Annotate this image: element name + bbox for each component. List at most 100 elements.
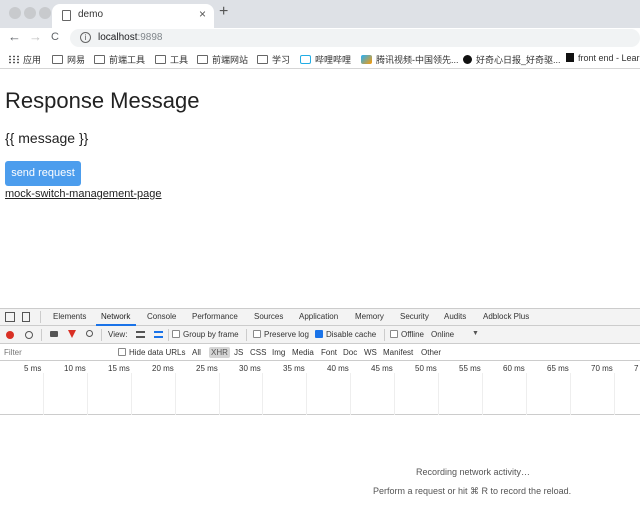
device-toolbar-icon[interactable] [22, 312, 30, 322]
preserve-log-checkbox[interactable]: Preserve log [253, 330, 309, 339]
group-by-frame-label: Group by frame [183, 330, 239, 339]
timeline-tick: 20 ms [152, 364, 174, 373]
bookmarks-bar: 应用 网易 前端工具 工具 前端网站 学习 哔哩哔哩 腾讯视频-中国领先... … [0, 48, 640, 69]
camera-icon[interactable] [50, 331, 58, 337]
filter-type-all[interactable]: All [192, 348, 201, 357]
filter-type-font[interactable]: Font [321, 348, 337, 357]
folder-icon [257, 55, 268, 64]
timeline-tick: 35 ms [283, 364, 305, 373]
bookmark-label: 腾讯视频-中国领先... [376, 55, 459, 65]
bookmark-label: 好奇心日报_好奇驱... [476, 55, 561, 65]
group-by-frame-checkbox[interactable]: Group by frame [172, 330, 239, 339]
filter-icon[interactable] [68, 330, 76, 338]
search-icon[interactable] [86, 330, 93, 337]
hide-data-urls-checkbox[interactable]: Hide data URLs [118, 348, 185, 357]
tab-elements[interactable]: Elements [53, 312, 86, 321]
bookmark-label: 学习 [272, 55, 291, 65]
tab-memory[interactable]: Memory [355, 312, 384, 321]
bookmark-mdn[interactable]: front end - Lear [566, 53, 640, 65]
grid-line [262, 373, 263, 415]
checkbox-icon [172, 330, 180, 338]
bookmark-qdaily[interactable]: 好奇心日报_好奇驱... [463, 53, 561, 65]
address-bar[interactable]: i localhost:9898 [70, 29, 640, 47]
hide-data-urls-label: Hide data URLs [129, 348, 186, 357]
throttling-select[interactable]: Online [431, 330, 454, 339]
chevron-down-icon[interactable]: ▼ [472, 330, 479, 337]
window-minimize-button[interactable] [24, 7, 36, 19]
page-title: Response Message [5, 88, 200, 113]
info-icon[interactable]: i [80, 32, 91, 43]
window-zoom-button[interactable] [39, 7, 51, 19]
large-rows-icon[interactable] [136, 331, 145, 338]
filter-type-ws[interactable]: WS [364, 348, 377, 357]
grid-line [394, 373, 395, 415]
tab-security[interactable]: Security [400, 312, 429, 321]
clear-icon[interactable] [25, 331, 33, 339]
grid-line [306, 373, 307, 415]
offline-checkbox[interactable]: Offline [390, 330, 424, 339]
checkbox-icon [253, 330, 261, 338]
timeline-tick: 55 ms [459, 364, 481, 373]
disable-cache-checkbox[interactable]: Disable cache [315, 330, 376, 339]
bookmark-label: 应用 [23, 55, 42, 65]
forward-button[interactable]: → [29, 29, 42, 44]
timeline-tick: 40 ms [327, 364, 349, 373]
filter-type-css[interactable]: CSS [250, 348, 266, 357]
new-tab-button[interactable]: + [219, 3, 228, 21]
back-button[interactable]: ← [8, 29, 21, 44]
window-close-button[interactable] [9, 7, 21, 19]
bookmark-folder[interactable]: 学习 [257, 53, 290, 65]
waterfall-icon[interactable] [154, 331, 163, 338]
grid-line [350, 373, 351, 415]
tab-sources[interactable]: Sources [254, 312, 283, 321]
recording-hint: Perform a request or hit ⌘ R to record t… [373, 486, 572, 496]
folder-icon [52, 55, 63, 64]
tab-audits[interactable]: Audits [444, 312, 466, 321]
bookmark-tencent-video[interactable]: 腾讯视频-中国领先... [361, 53, 459, 65]
timeline-tick: 65 ms [547, 364, 569, 373]
tab-adblock-plus[interactable]: Adblock Plus [483, 312, 529, 321]
tab-close-button[interactable]: × [199, 7, 206, 21]
tencent-video-icon [361, 55, 372, 64]
reload-button[interactable]: C [51, 31, 59, 43]
divider [384, 329, 385, 341]
bookmark-folder[interactable]: 前端工具 [94, 53, 145, 65]
timeline-overview[interactable]: 5 ms 10 ms 15 ms 20 ms 25 ms 30 ms 35 ms… [0, 361, 640, 415]
inspect-element-icon[interactable] [5, 312, 15, 322]
filter-type-img[interactable]: Img [272, 348, 285, 357]
bookmark-folder[interactable]: 工具 [155, 53, 188, 65]
bookmark-folder[interactable]: 前端网站 [197, 53, 248, 65]
grid-line [219, 373, 220, 415]
filter-type-manifest[interactable]: Manifest [383, 348, 413, 357]
tab-network[interactable]: Network [101, 312, 130, 321]
view-label: View: [108, 330, 128, 339]
filter-type-doc[interactable]: Doc [343, 348, 357, 357]
preserve-log-label: Preserve log [264, 330, 309, 339]
qdaily-icon [463, 55, 472, 64]
bookmark-label: 前端网站 [212, 55, 249, 65]
tab-console[interactable]: Console [147, 312, 176, 321]
grid-line [175, 373, 176, 415]
filter-input[interactable] [4, 348, 104, 357]
bookmark-folder[interactable]: 网易 [52, 53, 85, 65]
browser-tab[interactable]: demo × [52, 4, 214, 28]
mdn-icon [566, 53, 574, 62]
send-request-button[interactable]: send request [5, 161, 81, 186]
bookmark-apps[interactable]: 应用 [8, 53, 41, 65]
bookmark-bilibili[interactable]: 哔哩哔哩 [300, 53, 351, 65]
grid-line [482, 373, 483, 415]
filter-type-media[interactable]: Media [292, 348, 314, 357]
divider [101, 329, 102, 341]
divider [168, 329, 169, 341]
tab-performance[interactable]: Performance [192, 312, 238, 321]
grid-line [570, 373, 571, 415]
timeline-tick: 7 [634, 364, 639, 373]
devtools-panel: Elements Network Console Performance Sou… [0, 308, 640, 512]
filter-type-xhr[interactable]: XHR [209, 347, 230, 358]
mock-switch-link[interactable]: mock-switch-management-page [5, 188, 162, 200]
record-icon[interactable] [6, 331, 14, 339]
filter-type-other[interactable]: Other [421, 348, 441, 357]
tab-strip: demo × + [0, 0, 640, 28]
tab-application[interactable]: Application [299, 312, 338, 321]
filter-type-js[interactable]: JS [234, 348, 243, 357]
